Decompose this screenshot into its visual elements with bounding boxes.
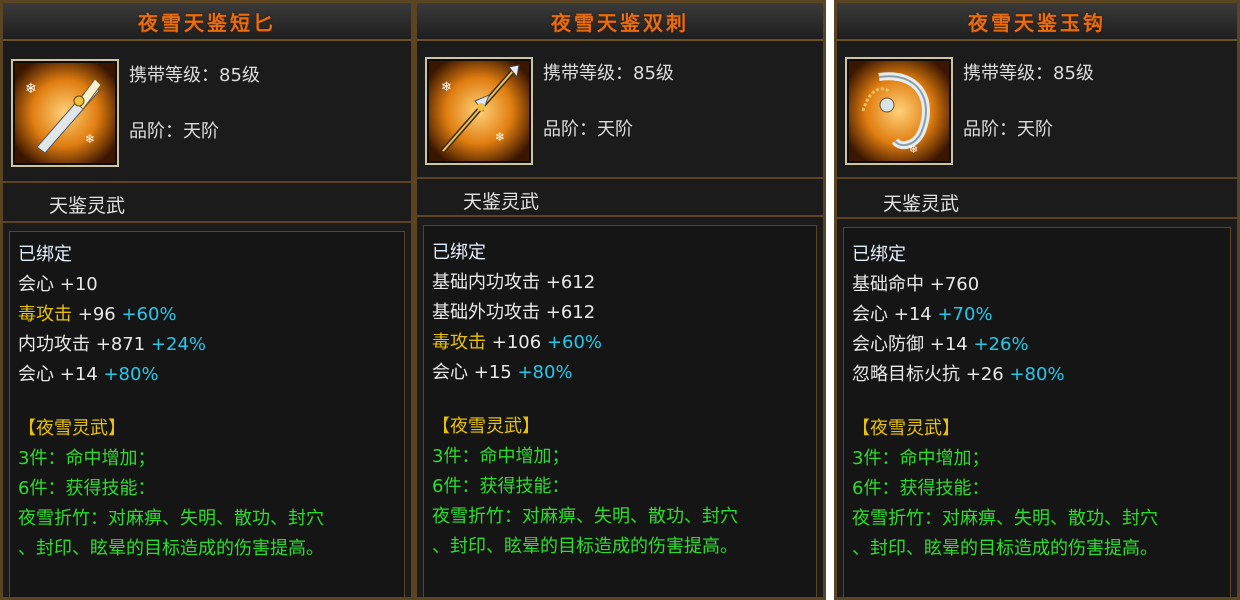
divider bbox=[3, 221, 411, 223]
item-tooltip-double-spike: 夜雪天鉴双刺 ❄ ❄ 携带等级：85级 品阶：天阶 天鉴灵武 已绑定 基础内功攻… bbox=[414, 0, 826, 600]
stat-row: 基础外功攻击 +612 bbox=[432, 298, 595, 324]
stat-row: 毒攻击 +96 +60% bbox=[18, 300, 177, 326]
double-spike-icon[interactable]: ❄ ❄ bbox=[425, 57, 533, 165]
stat-name: 忽略目标火抗 bbox=[852, 364, 960, 385]
stat-value: +26 bbox=[965, 364, 1004, 385]
item-title-bar: 夜雪天鉴双刺 bbox=[417, 3, 823, 41]
item-type: 天鉴灵武 bbox=[49, 195, 126, 217]
stat-bonus: +80% bbox=[103, 364, 159, 385]
stat-value: +10 bbox=[59, 274, 98, 295]
stat-value: +760 bbox=[929, 274, 980, 295]
jade-hook-icon[interactable]: ❄ bbox=[845, 57, 953, 165]
stat-name: 会心 bbox=[852, 304, 888, 325]
item-type: 天鉴灵武 bbox=[883, 193, 960, 215]
svg-text:❄: ❄ bbox=[25, 81, 37, 97]
stats-box: 已绑定 基础命中 +760 会心 +14 +70% 会心防御 +14 +26% … bbox=[843, 227, 1231, 597]
item-title: 夜雪天鉴短匕 bbox=[138, 10, 276, 35]
svg-text:❄: ❄ bbox=[909, 143, 918, 156]
carry-level: 携带等级：85级 bbox=[963, 63, 1094, 84]
stat-name: 会心 bbox=[18, 274, 54, 295]
stat-value: +96 bbox=[77, 304, 116, 325]
item-title: 夜雪天鉴玉钩 bbox=[968, 10, 1106, 35]
set-line: 、封印、眩晕的目标造成的伤害提高。 bbox=[852, 538, 1158, 559]
stat-value: +612 bbox=[545, 302, 596, 323]
item-grade: 品阶：天阶 bbox=[963, 119, 1053, 140]
set-line: 6件：获得技能： bbox=[18, 478, 156, 499]
stat-bonus: +60% bbox=[121, 304, 177, 325]
stat-bonus: +80% bbox=[1009, 364, 1065, 385]
item-title-bar: 夜雪天鉴玉钩 bbox=[837, 3, 1237, 41]
bound-status: 已绑定 bbox=[852, 244, 906, 265]
svg-text:❄: ❄ bbox=[85, 132, 95, 146]
stat-row: 会心 +14 +70% bbox=[852, 300, 993, 326]
stat-row: 会心防御 +14 +26% bbox=[852, 330, 1029, 356]
item-grade: 品阶：天阶 bbox=[129, 121, 219, 142]
stats-box: 已绑定 基础内功攻击 +612 基础外功攻击 +612 毒攻击 +106 +60… bbox=[423, 225, 817, 597]
set-line: 夜雪折竹：对麻痹、失明、散功、封穴 bbox=[852, 508, 1158, 529]
divider bbox=[3, 181, 411, 183]
dagger-icon[interactable]: ❄ ❄ bbox=[11, 59, 119, 167]
stat-value: +14 bbox=[59, 364, 98, 385]
stat-bonus: +26% bbox=[973, 334, 1029, 355]
svg-text:❄: ❄ bbox=[495, 130, 505, 144]
stat-value: +106 bbox=[491, 332, 542, 353]
stat-name: 会心 bbox=[432, 362, 468, 383]
stat-row: 毒攻击 +106 +60% bbox=[432, 328, 602, 354]
stat-row: 基础内功攻击 +612 bbox=[432, 268, 595, 294]
stat-bonus: +70% bbox=[937, 304, 993, 325]
divider bbox=[837, 177, 1237, 179]
stat-bonus: +60% bbox=[546, 332, 603, 353]
set-line: 、封印、眩晕的目标造成的伤害提高。 bbox=[432, 536, 738, 557]
stat-name: 会心防御 bbox=[852, 334, 924, 355]
stat-name: 内功攻击 bbox=[18, 334, 90, 355]
stat-value: +871 bbox=[95, 334, 146, 355]
stat-row: 内功攻击 +871 +24% bbox=[18, 330, 206, 356]
stat-bonus: +80% bbox=[517, 362, 573, 383]
divider bbox=[417, 177, 823, 179]
stats-box: 已绑定 会心 +10 毒攻击 +96 +60% 内功攻击 +871 +24% 会… bbox=[9, 231, 405, 597]
svg-text:❄: ❄ bbox=[441, 80, 452, 95]
stat-row: 会心 +15 +80% bbox=[432, 358, 573, 384]
stat-name: 基础外功攻击 bbox=[432, 302, 540, 323]
set-line: 3件：命中增加； bbox=[18, 448, 156, 469]
stat-name: 毒攻击 bbox=[18, 304, 72, 325]
stat-value: +14 bbox=[929, 334, 968, 355]
set-title: 【夜雪灵武】 bbox=[432, 416, 540, 437]
set-line: 夜雪折竹：对麻痹、失明、散功、封穴 bbox=[18, 508, 324, 529]
stat-row: 会心 +10 bbox=[18, 270, 98, 296]
item-title: 夜雪天鉴双刺 bbox=[551, 10, 689, 35]
bound-status: 已绑定 bbox=[432, 242, 486, 263]
stat-name: 会心 bbox=[18, 364, 54, 385]
item-type: 天鉴灵武 bbox=[463, 191, 540, 213]
set-line: 、封印、眩晕的目标造成的伤害提高。 bbox=[18, 538, 324, 559]
carry-level: 携带等级：85级 bbox=[129, 65, 260, 86]
item-tooltip-jade-hook: 夜雪天鉴玉钩 ❄ 携带等级：85级 品阶：天阶 天鉴灵武 已绑定 基础命中 +7… bbox=[834, 0, 1240, 600]
stat-row: 基础命中 +760 bbox=[852, 270, 979, 296]
stat-row: 忽略目标火抗 +26 +80% bbox=[852, 360, 1065, 386]
stat-name: 毒攻击 bbox=[432, 332, 486, 353]
item-title-bar: 夜雪天鉴短匕 bbox=[3, 3, 411, 41]
item-tooltip-dagger: 夜雪天鉴短匕 ❄ ❄ 携带等级：85级 品阶：天阶 天鉴灵武 已绑定 会心 +1… bbox=[0, 0, 414, 600]
item-grade: 品阶：天阶 bbox=[543, 119, 633, 140]
stat-name: 基础命中 bbox=[852, 274, 924, 295]
stat-name: 基础内功攻击 bbox=[432, 272, 540, 293]
set-line: 夜雪折竹：对麻痹、失明、散功、封穴 bbox=[432, 506, 738, 527]
carry-level: 携带等级：85级 bbox=[543, 63, 674, 84]
divider bbox=[837, 217, 1237, 219]
stat-row: 会心 +14 +80% bbox=[18, 360, 159, 386]
stat-value: +612 bbox=[545, 272, 596, 293]
set-line: 6件：获得技能： bbox=[852, 478, 990, 499]
set-title: 【夜雪灵武】 bbox=[852, 418, 960, 439]
stat-bonus: +24% bbox=[150, 334, 207, 355]
bound-status: 已绑定 bbox=[18, 244, 72, 265]
set-line: 3件：命中增加； bbox=[432, 446, 570, 467]
set-line: 3件：命中增加； bbox=[852, 448, 990, 469]
stat-value: +14 bbox=[893, 304, 932, 325]
set-line: 6件：获得技能： bbox=[432, 476, 570, 497]
divider bbox=[417, 215, 823, 217]
stat-value: +15 bbox=[473, 362, 512, 383]
set-title: 【夜雪灵武】 bbox=[18, 418, 126, 439]
